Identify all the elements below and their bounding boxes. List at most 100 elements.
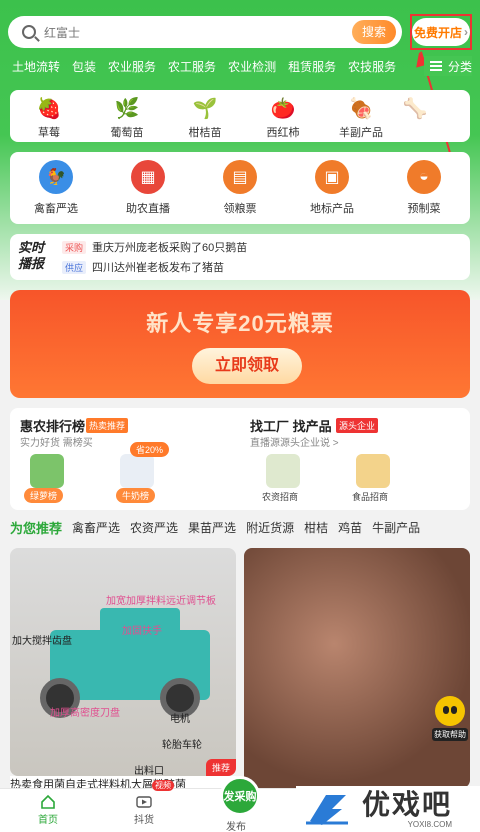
news-text: 四川达州崔老板发布了猪苗 (92, 262, 225, 274)
factory-panel[interactable]: 找工厂 找产品 源头企业 直播源源头企业说 > 农资招商 食品招商 (240, 408, 470, 510)
tab-item[interactable]: 农资严选 (130, 519, 178, 536)
service-item[interactable]: ◒ 预制菜 (378, 152, 470, 224)
product-label: 草莓 (38, 127, 60, 139)
milk-thumbnail (120, 454, 154, 488)
live-news-card[interactable]: 实时 播报 采购 重庆万州庞老板采购了60只鹅苗 供应 四川达州崔老板发布了猪苗 (10, 234, 470, 280)
feed-tabs: 为您推荐 禽畜严选 农资严选 果苗严选 附近货源 柑桔 鸡苗 牛副产品 (0, 516, 480, 538)
ranking-subtitle: 实力好货 需榜买 (20, 438, 93, 449)
product-label: 西红柿 (266, 127, 300, 139)
ranking-panel[interactable]: 惠农排行榜 热卖推荐 实力好货 需榜买 省20% 绿萝榜 牛奶榜 (10, 408, 240, 510)
source-badge: 源头企业 (336, 418, 379, 433)
chevron-right-icon: › (464, 25, 468, 39)
factory-title: 找工厂 找产品 (250, 419, 332, 434)
machine-label: 出料口 (134, 766, 164, 776)
help-label: 获取帮助 (432, 728, 468, 741)
tab-item[interactable]: 牛副产品 (372, 519, 420, 536)
service-item[interactable]: 🐓 禽畜严选 (10, 152, 102, 224)
tab-item[interactable]: 柑桔 (304, 519, 328, 536)
product-item[interactable]: 🌱 柑桔苗 (166, 90, 244, 142)
nav-label: 首页 (38, 815, 58, 826)
category-item[interactable]: 包装 (72, 58, 96, 75)
discount-badge: 省20% (130, 442, 170, 457)
category-item[interactable]: 农技服务 (348, 58, 396, 75)
tab-item[interactable]: 果苗严选 (188, 519, 236, 536)
food-thumbnail (356, 454, 390, 488)
banner-title: 新人专享20元粮票 (146, 311, 334, 336)
product-item[interactable]: 🍖 羊副产品 (322, 90, 400, 142)
category-item[interactable]: 土地流转 (12, 58, 60, 75)
nav-video[interactable]: 抖货 (114, 793, 174, 826)
search-input[interactable]: 红富士 搜索 (8, 16, 402, 48)
publish-purchase-button[interactable]: 发采购 (220, 776, 260, 816)
hot-badge: 热卖推荐 (86, 418, 129, 433)
citrus-seedling-icon: 🌱 (192, 97, 218, 120)
category-item[interactable]: 农业检测 (228, 58, 276, 75)
factory-subtitle: 直播源源头企业说 > (250, 438, 339, 449)
service-label: 地标产品 (310, 203, 354, 215)
category-nav: 土地流转 包装 农业服务 农工服务 农业检测 租赁服务 农技服务 (0, 56, 480, 76)
watermark-url: YOXI8.COM (407, 819, 453, 829)
feed-card-crayfish[interactable] (244, 548, 470, 788)
agri-supplies-caption: 农资招商 (262, 492, 299, 502)
tab-recommend[interactable]: 为您推荐 (10, 518, 62, 537)
promo-banner[interactable]: 新人专享20元粮票 立即领取 (10, 290, 470, 398)
app-screen: 红富士 搜索 免费开店 › 土地流转 包装 农业服务 农工服务 农业检测 租赁服务… (0, 0, 480, 832)
machine-label: 轮胎车轮 (162, 740, 202, 751)
news-item[interactable]: 供应 四川达州崔老板发布了猪苗 (62, 258, 224, 276)
tab-item[interactable]: 附近货源 (246, 519, 294, 536)
product-label: 柑桔苗 (188, 127, 222, 139)
strawberry-icon: 🍓 (36, 97, 62, 120)
machine-label: 加厚高密度刀盘 (50, 708, 120, 719)
service-item[interactable]: ▤ 领粮票 (194, 152, 286, 224)
news-tag: 供应 (62, 260, 87, 274)
tab-item[interactable]: 禽畜严选 (72, 519, 120, 536)
menu-icon (429, 61, 442, 71)
machine-label: 加大搅拌齿盘 (12, 636, 72, 647)
product-item[interactable]: 🌿 葡萄苗 (88, 90, 166, 142)
news-tag: 采购 (62, 240, 87, 254)
help-button[interactable]: 获取帮助 (432, 696, 468, 746)
partial-product-icon: 🦴 (402, 97, 428, 120)
open-store-highlight: 免费开店 › (410, 14, 472, 50)
home-icon (39, 793, 57, 811)
nav-home[interactable]: 首页 (18, 793, 78, 826)
product-item[interactable]: 🍓 草莓 (10, 90, 88, 142)
machine-label: 加固扶手 (122, 626, 162, 637)
open-store-label: 免费开店 (413, 25, 462, 40)
category-item[interactable]: 租赁服务 (288, 58, 336, 75)
category-item[interactable]: 农业服务 (108, 58, 156, 75)
mutton-icon: 🍖 (348, 97, 374, 120)
live-news-logo-line1: 实时 (18, 240, 45, 255)
open-store-button[interactable]: 免费开店 › (412, 18, 470, 46)
site-watermark: 优戏吧 YOXI8.COM (296, 786, 480, 832)
product-item[interactable]: 🍅 西红柿 (244, 90, 322, 142)
pothos-thumbnail (30, 454, 64, 488)
pothos-rank-pill[interactable]: 绿萝榜 (24, 488, 64, 503)
ticket-icon: ▤ (223, 160, 257, 194)
ranking-title: 惠农排行榜 (20, 419, 86, 434)
milk-rank-pill[interactable]: 牛奶榜 (116, 488, 156, 503)
live-news-logo: 实时 播报 (18, 240, 58, 276)
search-button[interactable]: 搜索 (352, 20, 396, 44)
service-item[interactable]: ▦ 助农直播 (102, 152, 194, 224)
prepared-dish-icon: ◒ (407, 160, 441, 194)
video-badge: 视频 (152, 780, 174, 791)
tab-item[interactable]: 鸡苗 (338, 519, 362, 536)
feed-card-mixer[interactable]: 加大搅拌齿盘 加宽加厚拌料远近调节板 加固扶手 加厚高密度刀盘 电机 轮胎车轮 … (10, 548, 236, 776)
landmark-product-icon: ▣ (315, 160, 349, 194)
category-more-button[interactable]: 分类 (423, 56, 472, 76)
chicken-icon: 🐓 (39, 160, 73, 194)
category-item[interactable]: 农工服务 (168, 58, 216, 75)
service-item[interactable]: ▣ 地标产品 (286, 152, 378, 224)
product-item[interactable]: 🦴 (400, 90, 430, 142)
news-text: 重庆万州庞老板采购了60只鹅苗 (92, 242, 248, 254)
news-item[interactable]: 采购 重庆万州庞老板采购了60只鹅苗 (62, 238, 247, 256)
claim-button[interactable]: 立即领取 (192, 348, 302, 384)
search-icon (22, 25, 36, 39)
product-label: 羊副产品 (339, 127, 383, 139)
watermark-title: 优戏吧 (362, 788, 453, 820)
promo-section: 惠农排行榜 热卖推荐 实力好货 需榜买 省20% 绿萝榜 牛奶榜 找工厂 找产品… (10, 408, 470, 510)
search-placeholder: 红富士 (44, 25, 81, 40)
agri-supplies-thumbnail (266, 454, 300, 488)
live-news-logo-line2: 播报 (18, 256, 45, 271)
